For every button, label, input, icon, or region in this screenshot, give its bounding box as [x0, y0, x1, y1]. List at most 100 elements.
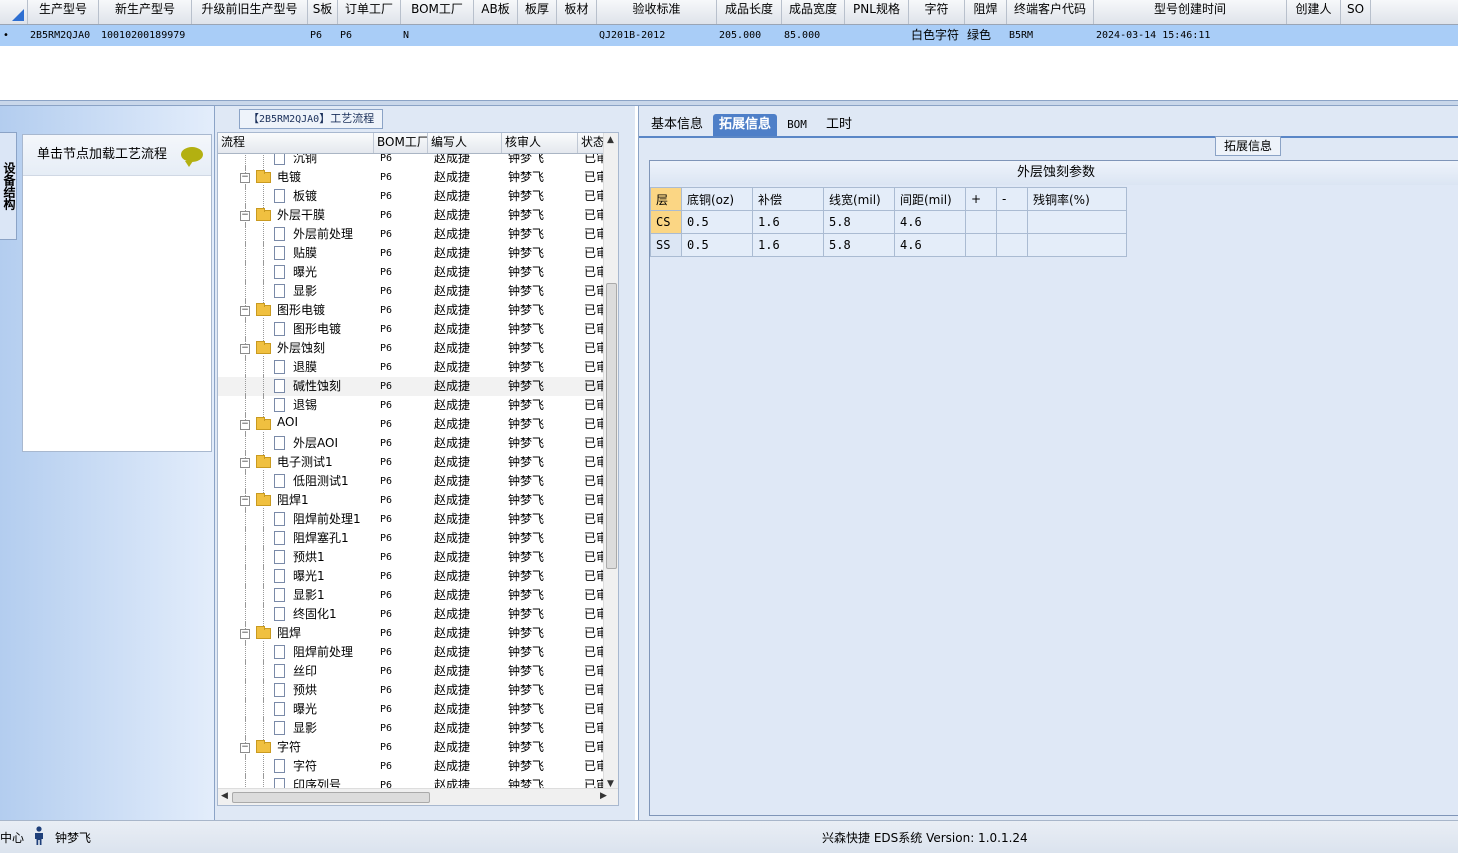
- etch-cell[interactable]: [965, 210, 997, 234]
- cell-end-customer-code[interactable]: B5RM: [1009, 25, 1094, 46]
- tree-leaf-node[interactable]: 碱性蚀刻P6赵成捷钟梦飞已审核: [218, 375, 618, 398]
- cell-order-factory[interactable]: P6: [340, 25, 401, 46]
- tree-group-node[interactable]: −外层干膜P6赵成捷钟梦飞已审核: [218, 204, 618, 227]
- tab-basic-info[interactable]: 基本信息: [645, 114, 709, 136]
- tree-group-node[interactable]: −图形电镀P6赵成捷钟梦飞已审核: [218, 299, 618, 322]
- col-header-board-thickness[interactable]: 板厚: [518, 0, 557, 24]
- tree-leaf-node[interactable]: 显影P6赵成捷钟梦飞已审核: [218, 280, 618, 303]
- collapse-toggle-icon[interactable]: −: [240, 306, 250, 316]
- tree-group-node[interactable]: −外层蚀刻P6赵成捷钟梦飞已审核: [218, 337, 618, 360]
- tree-leaf-node[interactable]: 外层AOIP6赵成捷钟梦飞已审核: [218, 432, 618, 455]
- cell-creator[interactable]: [1289, 25, 1341, 46]
- etch-cell[interactable]: 4.6: [894, 233, 966, 257]
- col-header-production-model[interactable]: 生产型号: [28, 0, 99, 24]
- tree-vertical-scrollbar[interactable]: ▲ ▼: [603, 133, 618, 791]
- scroll-up-icon[interactable]: ▲: [607, 135, 614, 145]
- cell-board-material[interactable]: [559, 25, 597, 46]
- col-header-order-factory[interactable]: 订单工厂: [338, 0, 401, 24]
- cell-board-thickness[interactable]: [520, 25, 557, 46]
- tree-horizontal-scrollbar[interactable]: ◀ ▶: [218, 788, 618, 805]
- table-row[interactable]: SS 0.5 1.6 5.8 4.6: [650, 233, 1127, 257]
- col-header-solder-mask[interactable]: 阻焊: [965, 0, 1007, 24]
- etch-cell[interactable]: [1027, 210, 1127, 234]
- etch-cell[interactable]: 5.8: [823, 210, 895, 234]
- collapse-toggle-icon[interactable]: −: [240, 420, 250, 430]
- tree-group-node[interactable]: −字符P6赵成捷钟梦飞已审核: [218, 736, 618, 759]
- tree-leaf-node[interactable]: 曝光P6赵成捷钟梦飞已审核: [218, 698, 618, 721]
- tree-leaf-node[interactable]: 终固化1P6赵成捷钟梦飞已审核: [218, 603, 618, 626]
- col-header-acceptance-standard[interactable]: 验收标准: [597, 0, 717, 24]
- col-header-finished-width[interactable]: 成品宽度: [782, 0, 845, 24]
- tree-leaf-node[interactable]: 板镀P6赵成捷钟梦飞已审核: [218, 185, 618, 208]
- cell-pnl-spec[interactable]: [847, 25, 909, 46]
- tree-leaf-node[interactable]: 外层前处理P6赵成捷钟梦飞已审核: [218, 223, 618, 246]
- scroll-left-icon[interactable]: ◀: [221, 791, 228, 801]
- cell-new-production-model[interactable]: 10010200189979: [101, 25, 192, 46]
- tree-leaf-node[interactable]: 曝光P6赵成捷钟梦飞已审核: [218, 261, 618, 284]
- cell-s-board[interactable]: P6: [310, 25, 338, 46]
- tree-group-node[interactable]: −AOIP6赵成捷钟梦飞已审核: [218, 413, 618, 436]
- collapse-toggle-icon[interactable]: −: [240, 173, 250, 183]
- tree-leaf-node[interactable]: 曝光1P6赵成捷钟梦飞已审核: [218, 565, 618, 588]
- tree-leaf-node[interactable]: 退膜P6赵成捷钟梦飞已审核: [218, 356, 618, 379]
- cell-solder-mask[interactable]: 绿色: [967, 25, 1007, 46]
- cell-model-created-time[interactable]: 2024-03-14 15:46:11: [1096, 25, 1287, 46]
- cell-bom-factory[interactable]: N: [403, 25, 474, 46]
- tree-leaf-node[interactable]: 退锡P6赵成捷钟梦飞已审核: [218, 394, 618, 417]
- collapse-toggle-icon[interactable]: −: [240, 458, 250, 468]
- horizontal-scroll-thumb[interactable]: [232, 792, 430, 803]
- col-header-finished-length[interactable]: 成品长度: [717, 0, 782, 24]
- vertical-scroll-thumb[interactable]: [606, 283, 617, 569]
- collapse-toggle-icon[interactable]: −: [240, 211, 250, 221]
- tab-work-hours[interactable]: 工时: [821, 114, 857, 136]
- col-header-board-material[interactable]: 板材: [557, 0, 597, 24]
- tree-group-node[interactable]: −电子测试1P6赵成捷钟梦飞已审核: [218, 451, 618, 474]
- scroll-right-icon[interactable]: ▶: [600, 791, 607, 801]
- etch-cell[interactable]: [996, 210, 1028, 234]
- col-header-model-created-time[interactable]: 型号创建时间: [1094, 0, 1287, 24]
- cell-legend-char[interactable]: 白色字符: [911, 25, 965, 46]
- tree-leaf-node[interactable]: 预烘P6赵成捷钟梦飞已审核: [218, 679, 618, 702]
- etch-cell[interactable]: 0.5: [681, 210, 753, 234]
- col-header-bom-factory[interactable]: BOM工厂: [374, 133, 428, 153]
- collapse-toggle-icon[interactable]: −: [240, 743, 250, 753]
- tree-leaf-node[interactable]: 阻焊前处理1P6赵成捷钟梦飞已审核: [218, 508, 618, 531]
- col-header-reviewer[interactable]: 核审人: [502, 133, 578, 153]
- tree-leaf-node[interactable]: 丝印P6赵成捷钟梦飞已审核: [218, 660, 618, 683]
- grid-corner[interactable]: [0, 0, 28, 24]
- tree-leaf-node[interactable]: 低阻测试1P6赵成捷钟梦飞已审核: [218, 470, 618, 493]
- col-header-ab-board[interactable]: AB板: [474, 0, 518, 24]
- cell-finished-width[interactable]: 85.000: [784, 25, 845, 46]
- collapse-toggle-icon[interactable]: −: [240, 629, 250, 639]
- etch-cell[interactable]: 1.6: [752, 210, 824, 234]
- cell-old-production-model[interactable]: [194, 25, 308, 46]
- etch-cell[interactable]: 1.6: [752, 233, 824, 257]
- col-header-pnl-spec[interactable]: PNL规格: [845, 0, 909, 24]
- etch-cell[interactable]: 4.6: [894, 210, 966, 234]
- tree-leaf-node[interactable]: 字符P6赵成捷钟梦飞已审核: [218, 755, 618, 778]
- table-row[interactable]: • 2B5RM2QJA0 10010200189979 P6 P6 N QJ201B-20…: [0, 25, 1458, 46]
- tree-leaf-node[interactable]: 显影1P6赵成捷钟梦飞已审核: [218, 584, 618, 607]
- col-header-legend-char[interactable]: 字符: [909, 0, 965, 24]
- tree-group-node[interactable]: −电镀P6赵成捷钟梦飞已审核: [218, 166, 618, 189]
- col-header-old-production-model[interactable]: 升级前旧生产型号: [192, 0, 308, 24]
- etch-cell[interactable]: [996, 233, 1028, 257]
- etch-cell[interactable]: [1027, 233, 1127, 257]
- collapse-toggle-icon[interactable]: −: [240, 496, 250, 506]
- table-row[interactable]: CS 0.5 1.6 5.8 4.6: [650, 210, 1127, 234]
- cell-so[interactable]: [1343, 25, 1371, 46]
- col-header-s-board[interactable]: S板: [308, 0, 338, 24]
- col-header-bom-factory[interactable]: BOM工厂: [401, 0, 474, 24]
- tab-extended-info[interactable]: 拓展信息: [713, 114, 777, 136]
- tab-bom[interactable]: BOM: [783, 114, 811, 136]
- tree-leaf-node[interactable]: 贴膜P6赵成捷钟梦飞已审核: [218, 242, 618, 265]
- collapse-toggle-icon[interactable]: −: [240, 344, 250, 354]
- cell-finished-length[interactable]: 205.000: [719, 25, 782, 46]
- tree-leaf-node[interactable]: 阻焊塞孔1P6赵成捷钟梦飞已审核: [218, 527, 618, 550]
- tree-leaf-node[interactable]: 显影P6赵成捷钟梦飞已审核: [218, 717, 618, 740]
- vertical-tab-structure[interactable]: 设备结构: [0, 132, 17, 240]
- col-header-so[interactable]: SO: [1341, 0, 1371, 24]
- col-header-new-production-model[interactable]: 新生产型号: [99, 0, 192, 24]
- tree-group-node[interactable]: −阻焊P6赵成捷钟梦飞已审核: [218, 622, 618, 645]
- load-process-header[interactable]: 单击节点加载工艺流程: [23, 135, 211, 176]
